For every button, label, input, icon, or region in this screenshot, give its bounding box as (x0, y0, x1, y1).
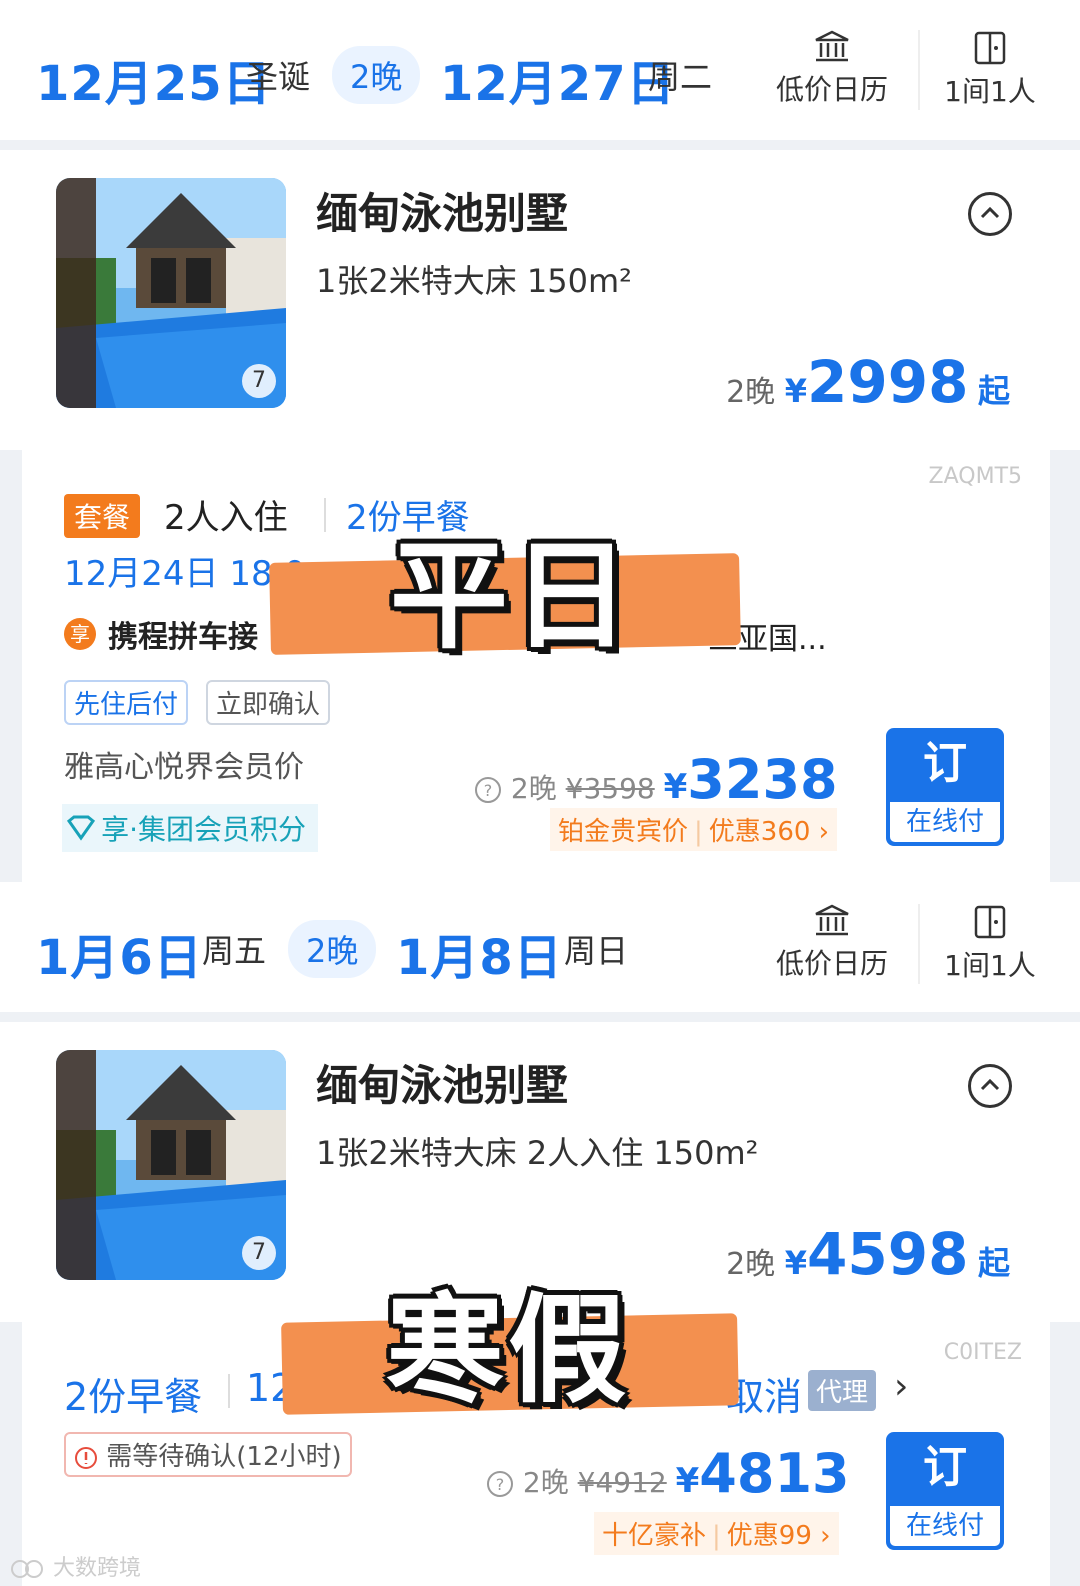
rate-code: C0ITEZ (943, 1340, 1022, 1365)
currency: ¥ (784, 372, 807, 410)
promo-banner[interactable]: 铂金贵宾价 | 优惠360 › (550, 808, 838, 851)
chevron-right-icon[interactable]: › (894, 1366, 908, 1407)
price-from: 起 (977, 1244, 1010, 1282)
low-price-calendar-label: 低价日历 (775, 73, 888, 106)
overlay-caption: 平日 (390, 527, 635, 665)
price-nights: 2晚 (726, 1247, 776, 1282)
low-price-calendar-button[interactable]: 低价日历 (752, 30, 912, 108)
promo-banner[interactable]: 十亿豪补 | 优惠99 › (594, 1512, 839, 1555)
collapse-icon[interactable] (968, 1064, 1012, 1108)
currency: ¥ (663, 767, 688, 807)
checkout-date[interactable]: 12月27日 (440, 44, 676, 114)
checkin-weekday: 周五 (202, 932, 267, 970)
room-guest-label: 1间1人 (944, 75, 1036, 108)
help-icon[interactable]: ? (486, 1470, 514, 1498)
transfer-perk[interactable]: 携程拼车接 (108, 612, 258, 656)
checkout-weekday: 周日 (564, 932, 629, 970)
collapse-icon[interactable] (968, 192, 1012, 236)
price-value: 2998 (807, 348, 969, 416)
price-nights: 2晚 (510, 772, 557, 805)
price-from: 起 (977, 372, 1010, 410)
room-price: 2晚 ¥4598 起 (726, 1220, 1010, 1288)
checkin-weekday: 圣诞 (246, 58, 311, 96)
nights-badge: 2晚 (288, 920, 377, 978)
member-price-label: 雅高心悦界会员价 (64, 750, 304, 785)
room-guest-selector[interactable]: 1间1人 (910, 904, 1070, 984)
room-name: 缅甸泳池别墅 (316, 189, 569, 238)
room-photo[interactable]: 7 (56, 178, 286, 408)
price-nights: 2晚 (726, 375, 776, 410)
member-points[interactable]: 享·集团会员积分 (62, 804, 318, 852)
rate-code: ZAQMT5 (928, 464, 1022, 489)
room-price: 2晚 ¥2998 起 (726, 348, 1010, 416)
low-price-calendar-button[interactable]: 低价日历 (752, 904, 912, 982)
room-name: 缅甸泳池别墅 (316, 1061, 569, 1110)
wait-confirm-notice: 需等待确认(12小时) (64, 1432, 352, 1477)
photo-count: 7 (242, 364, 276, 398)
agent-tag: 代理 (808, 1370, 877, 1411)
price-value: 4598 (807, 1220, 969, 1288)
book-button[interactable]: 订 在线付 (886, 1432, 1004, 1550)
rate-price: ? 2晚 ¥3598 ¥3238 (474, 748, 838, 811)
svg-text:?: ? (496, 1475, 505, 1494)
checkout-date[interactable]: 1月8日 (396, 918, 563, 988)
overlay-caption: 寒假 (386, 1281, 631, 1419)
price-value: 3238 (687, 748, 838, 811)
room-guest-label: 1间1人 (944, 949, 1036, 982)
pay-online-label: 在线付 (890, 802, 1000, 842)
currency: ¥ (784, 1244, 807, 1282)
rate-price: ? 2晚 ¥4912 ¥4813 (486, 1442, 850, 1505)
date-header: 12月25日 圣诞 2晚 12月27日 周二 低价日历 1间1人 (0, 0, 1080, 140)
alert-icon (75, 1446, 97, 1469)
book-label: 订 (923, 738, 967, 789)
help-icon[interactable]: ? (474, 776, 502, 804)
bank-icon (815, 904, 849, 936)
checkin-date[interactable]: 12月25日 (36, 44, 272, 114)
member-points-label: 享·集团会员积分 (101, 813, 306, 846)
room-desc: 1张2米特大床 150m² (316, 262, 632, 300)
promo-discount: 优惠360 (708, 817, 811, 847)
tag-pay-later: 先住后付 (64, 680, 189, 725)
checkin-date[interactable]: 1月6日 (36, 918, 203, 988)
logo-icon (11, 1560, 43, 1578)
tag-instant-confirm: 立即确认 (206, 680, 331, 725)
door-icon (974, 31, 1006, 65)
price-nights: 2晚 (522, 1466, 569, 1499)
original-price: ¥3598 (565, 772, 655, 805)
svg-text:?: ? (484, 781, 493, 800)
watermark-text: 大数跨境 (53, 1556, 142, 1581)
original-price: ¥4912 (577, 1466, 667, 1499)
room-desc: 1张2米特大床 2人入住 150m² (316, 1134, 759, 1172)
divider (324, 498, 326, 532)
currency: ¥ (675, 1461, 700, 1501)
date-header: 1月6日 周五 2晚 1月8日 周日 低价日历 1间1人 (0, 882, 1080, 1012)
bank-icon (815, 30, 849, 62)
promo-label: 铂金贵宾价 (558, 817, 689, 847)
door-icon (974, 905, 1006, 939)
photo-count: 7 (242, 1236, 276, 1270)
divider (228, 1374, 230, 1408)
book-button[interactable]: 订 在线付 (886, 728, 1004, 846)
room-card[interactable]: 7 缅甸泳池别墅 1张2米特大床 150m² 2晚 ¥2998 起 (0, 150, 1080, 450)
watermark: 大数跨境 (10, 1550, 141, 1582)
room-photo[interactable]: 7 (56, 1050, 286, 1280)
room-guest-selector[interactable]: 1间1人 (910, 30, 1070, 110)
nights-badge: 2晚 (332, 46, 421, 104)
occupancy: 2人入住 (164, 498, 288, 538)
breakfast: 2份早餐 (64, 1375, 203, 1419)
promo-label: 十亿豪补 (602, 1521, 707, 1551)
promo-discount: 优惠99 (726, 1521, 812, 1551)
wait-confirm-text: 需等待确认(12小时) (106, 1442, 342, 1472)
perk-badge-icon: 享 (64, 618, 96, 650)
checkout-weekday: 周二 (648, 58, 713, 96)
price-value: 4813 (699, 1442, 850, 1505)
diamond-icon (66, 815, 96, 841)
low-price-calendar-label: 低价日历 (775, 947, 888, 980)
book-label: 订 (923, 1442, 967, 1493)
package-tag: 套餐 (64, 494, 141, 538)
pay-online-label: 在线付 (890, 1506, 1000, 1546)
